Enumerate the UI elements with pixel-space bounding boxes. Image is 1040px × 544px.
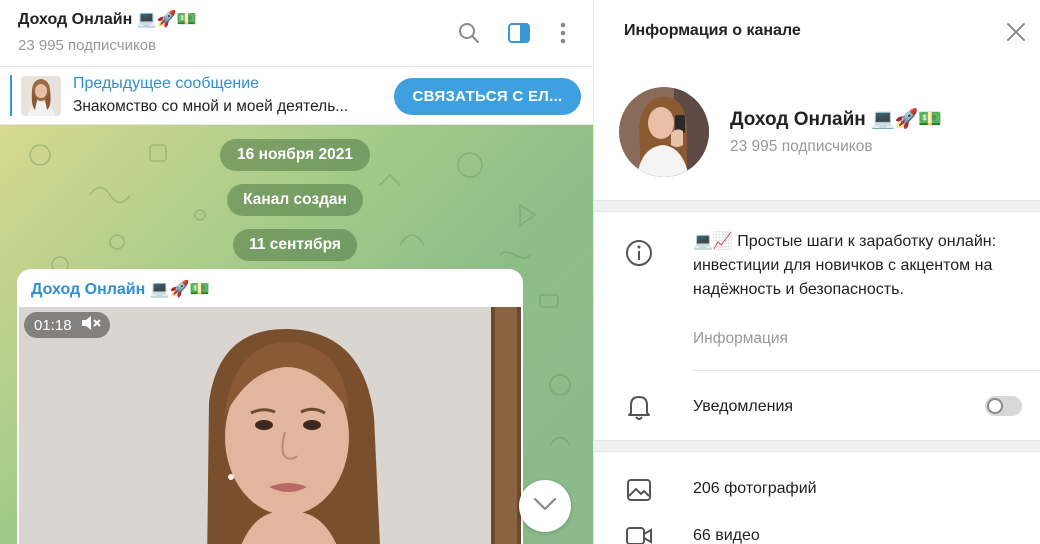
photos-count[interactable]: 206 фотографий — [693, 480, 817, 498]
section-separator — [594, 200, 1040, 212]
chat-title[interactable]: Доход Онлайн 💻🚀💵 — [18, 9, 197, 29]
channel-description: 💻📈 Простые шаги к заработку онлайн: инве… — [693, 233, 997, 298]
channel-name: Доход Онлайн 💻🚀💵 — [730, 109, 942, 130]
divider — [693, 370, 1040, 371]
sidebar-toggle-icon[interactable] — [506, 20, 532, 46]
search-icon[interactable] — [456, 20, 482, 46]
contact-button[interactable]: СВЯЗАТЬСЯ С ЕЛ... — [394, 78, 581, 115]
notifications-label[interactable]: Уведомления — [693, 398, 793, 416]
photo-icon — [624, 475, 654, 505]
chat-header[interactable]: Доход Онлайн 💻🚀💵 23 995 подписчиков — [0, 0, 593, 67]
more-vert-icon[interactable] — [550, 20, 576, 46]
channel-info-panel: Информация о канале Доход Онлайн 💻🚀💵 23 … — [593, 0, 1040, 544]
chat-background: 16 ноября 2021 Канал создан 11 сентября … — [0, 125, 593, 544]
chat-pane: Доход Онлайн 💻🚀💵 23 995 подписчиков Пред… — [0, 0, 593, 544]
section-separator — [594, 440, 1040, 452]
date-divider: 11 сентября — [233, 229, 357, 261]
description-label: Информация — [693, 330, 788, 347]
pinned-text[interactable]: Знакомство со мной и моей деятель... — [73, 98, 373, 116]
post-author[interactable]: Доход Онлайн 💻🚀💵 — [31, 279, 210, 299]
videos-count[interactable]: 66 видео — [693, 527, 760, 544]
video-message[interactable]: 01:18 — [19, 307, 521, 544]
video-icon — [624, 521, 654, 544]
pinned-thumbnail — [21, 76, 61, 116]
muted-icon[interactable] — [80, 314, 102, 336]
channel-subscribers: 23 995 подписчиков — [730, 138, 873, 155]
toggle-knob — [987, 398, 1003, 414]
channel-post[interactable]: Доход Онлайн 💻🚀💵 01:18 — [17, 269, 523, 544]
video-duration: 01:18 — [34, 316, 72, 334]
close-icon[interactable] — [1004, 20, 1028, 44]
pinned-title[interactable]: Предыдущее сообщение — [73, 75, 259, 93]
chevron-down-icon — [533, 497, 557, 516]
info-icon — [624, 238, 654, 268]
pinned-message-bar[interactable]: Предыдущее сообщение Знакомство со мной … — [0, 67, 593, 125]
channel-avatar[interactable] — [619, 87, 709, 177]
telegram-app: Доход Онлайн 💻🚀💵 23 995 подписчиков Пред… — [0, 0, 1040, 544]
video-duration-badge[interactable]: 01:18 — [24, 312, 110, 338]
info-panel-title: Информация о канале — [624, 22, 801, 39]
scroll-down-button[interactable] — [519, 480, 571, 532]
date-divider: 16 ноября 2021 — [220, 139, 370, 171]
video-frame — [19, 307, 521, 544]
chat-subscribers: 23 995 подписчиков — [18, 37, 157, 54]
service-message: Канал создан — [227, 184, 363, 216]
bell-icon — [624, 392, 654, 422]
notifications-toggle[interactable] — [985, 396, 1022, 416]
pinned-indicator — [10, 75, 12, 116]
